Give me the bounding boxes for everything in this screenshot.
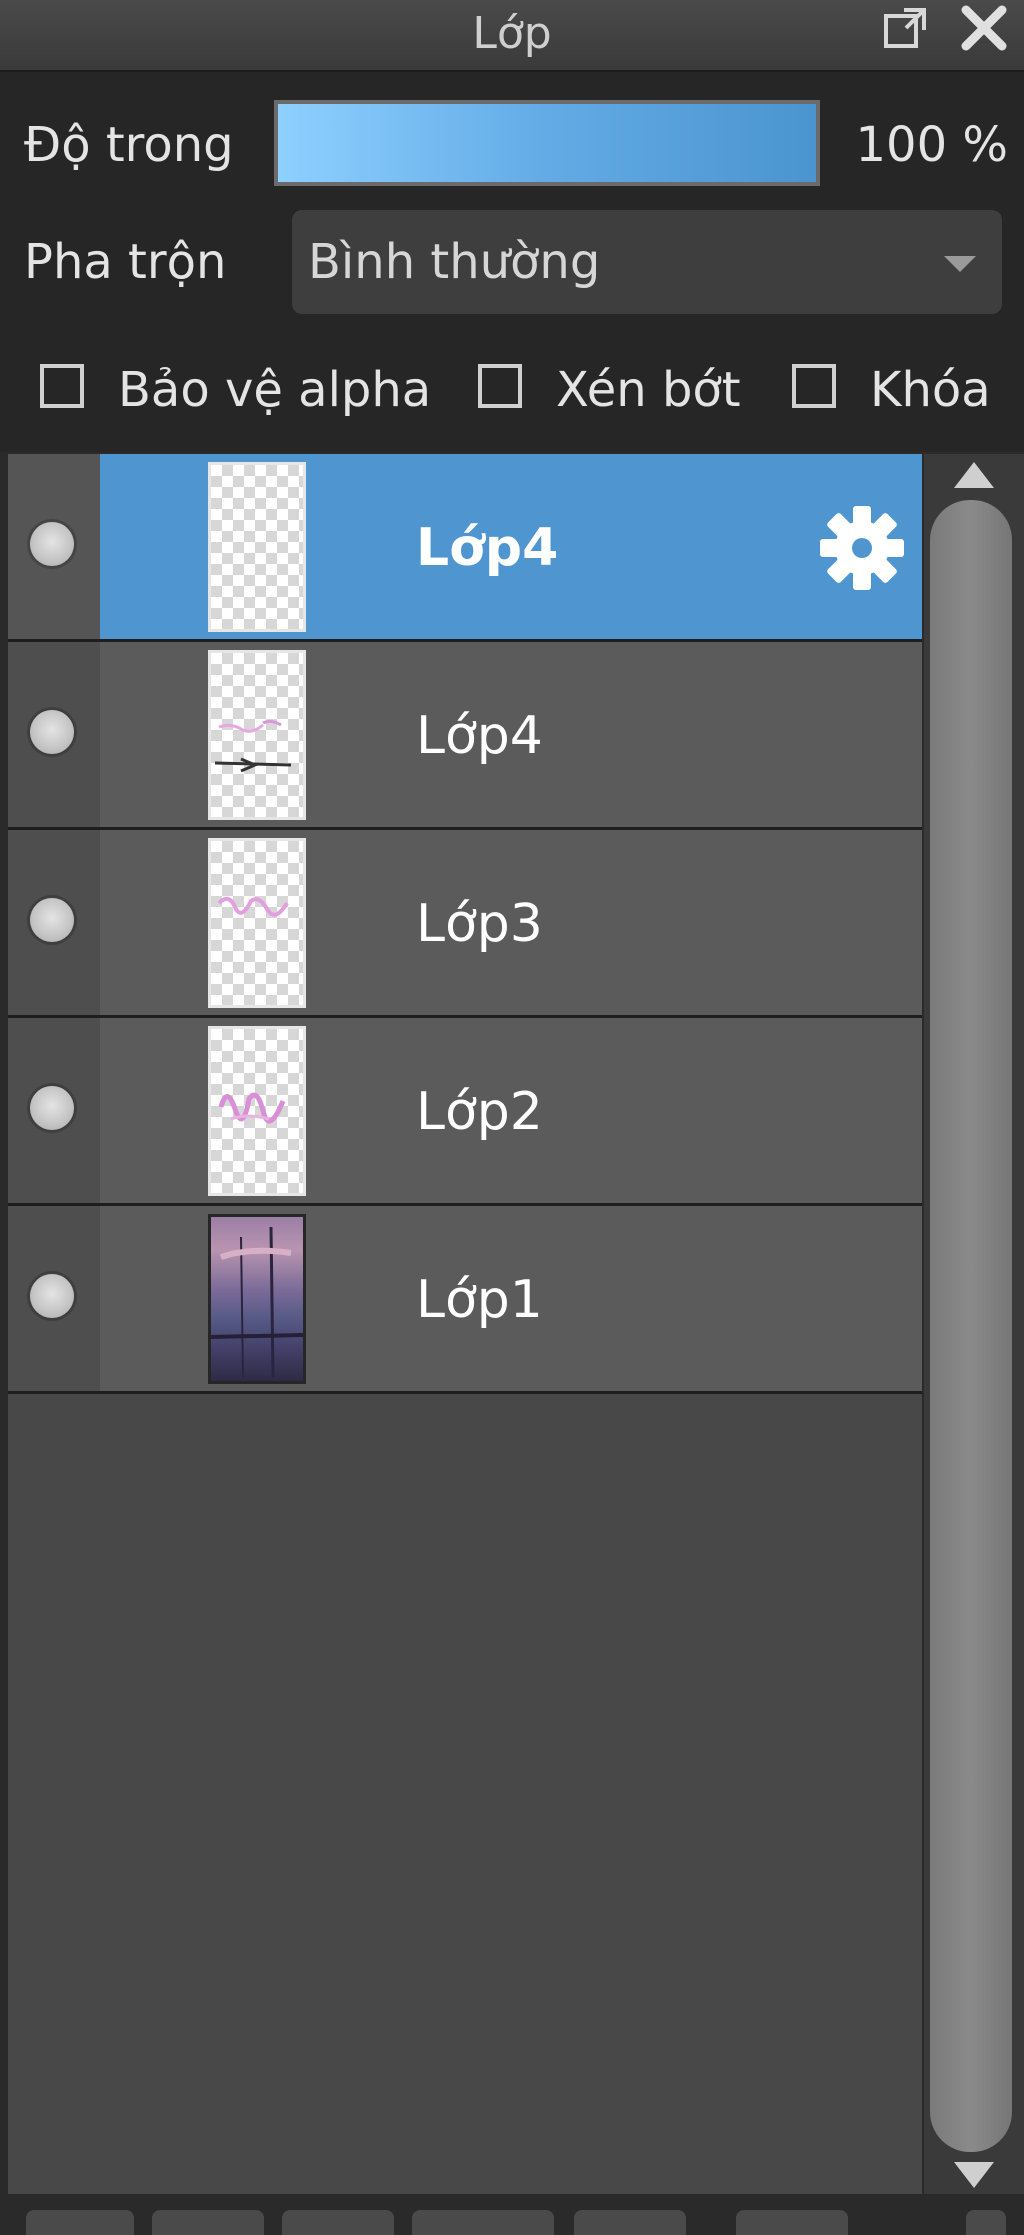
layer-row[interactable]: Lớp3 bbox=[8, 830, 922, 1018]
visibility-toggle[interactable] bbox=[30, 522, 74, 566]
dropdown-arrow-icon bbox=[944, 256, 976, 272]
opacity-slider-fill bbox=[278, 104, 816, 182]
layer-name: Lớp3 bbox=[416, 894, 543, 954]
lock-checkbox[interactable]: Khóa bbox=[792, 360, 992, 420]
layer-name: Lớp4 bbox=[416, 706, 543, 766]
checkbox-box[interactable] bbox=[40, 364, 84, 408]
panel-title: Lớp bbox=[472, 8, 552, 59]
toolbar-button[interactable] bbox=[152, 2210, 264, 2235]
blend-mode-value: Bình thường bbox=[308, 234, 601, 290]
scrollbar-thumb[interactable] bbox=[930, 500, 1012, 2152]
scroll-up-arrow-icon[interactable] bbox=[954, 462, 994, 488]
clipping-label: Xén bớt bbox=[556, 362, 741, 418]
layer-thumbnail bbox=[208, 838, 306, 1008]
layer-row[interactable]: Lớp4 bbox=[8, 454, 922, 642]
protect-alpha-label: Bảo vệ alpha bbox=[118, 362, 432, 418]
layer-row[interactable]: Lớp4 bbox=[8, 642, 922, 830]
clipping-checkbox[interactable]: Xén bớt bbox=[478, 360, 778, 420]
blend-mode-dropdown[interactable]: Bình thường bbox=[292, 210, 1002, 314]
checkbox-box[interactable] bbox=[478, 364, 522, 408]
toolbar-button[interactable] bbox=[736, 2210, 848, 2235]
opacity-label: Độ trong bbox=[24, 117, 234, 173]
scroll-down-arrow-icon[interactable] bbox=[954, 2162, 994, 2188]
panel-title-bar[interactable]: Lớp bbox=[0, 0, 1024, 72]
layer-name: Lớp1 bbox=[416, 1270, 543, 1330]
popout-icon[interactable] bbox=[878, 0, 934, 56]
toolbar-button[interactable] bbox=[26, 2210, 134, 2235]
visibility-toggle[interactable] bbox=[30, 1086, 74, 1130]
gear-icon[interactable] bbox=[816, 502, 908, 594]
layer-thumbnail bbox=[208, 650, 306, 820]
layer-thumbnail bbox=[208, 1214, 306, 1384]
close-icon[interactable] bbox=[956, 0, 1012, 56]
visibility-toggle[interactable] bbox=[30, 710, 74, 754]
toolbar-button[interactable] bbox=[412, 2210, 554, 2235]
visibility-toggle[interactable] bbox=[30, 1274, 74, 1318]
layer-name: Lớp4 bbox=[416, 518, 559, 578]
visibility-toggle[interactable] bbox=[30, 898, 74, 942]
toolbar-button[interactable] bbox=[574, 2210, 686, 2235]
layer-thumbnail bbox=[208, 462, 306, 632]
layer-thumbnail bbox=[208, 1026, 306, 1196]
layer-row[interactable]: Lớp2 bbox=[8, 1018, 922, 1206]
checkbox-box[interactable] bbox=[792, 364, 836, 408]
layer-list[interactable]: Lớp4 Lớp4 Lớp3 Lớp2 Lớp1 bbox=[8, 454, 922, 2194]
toolbar-button[interactable] bbox=[282, 2210, 394, 2235]
blend-mode-label: Pha trộn bbox=[24, 234, 227, 290]
layer-toolbar bbox=[0, 2196, 1024, 2235]
layer-list-scrollbar[interactable] bbox=[924, 454, 1024, 2194]
protect-alpha-checkbox[interactable]: Bảo vệ alpha bbox=[40, 360, 432, 420]
opacity-value: 100 % bbox=[855, 117, 1008, 173]
toolbar-button[interactable] bbox=[966, 2210, 1006, 2235]
lock-label: Khóa bbox=[870, 362, 991, 418]
layer-controls: Độ trong 100 % Pha trộn Bình thường Bảo … bbox=[0, 72, 1024, 452]
layers-panel: Lớp Độ trong 100 % Pha trộn Bình thường bbox=[0, 0, 1024, 2235]
layer-name: Lớp2 bbox=[416, 1082, 543, 1142]
layer-row[interactable]: Lớp1 bbox=[8, 1206, 922, 1394]
opacity-slider[interactable] bbox=[274, 100, 820, 186]
